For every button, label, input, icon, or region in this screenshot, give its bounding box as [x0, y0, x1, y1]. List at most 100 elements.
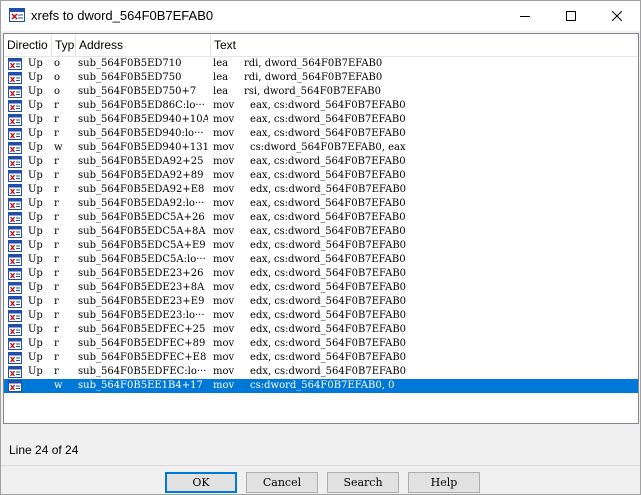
row-direction: Up: [28, 86, 43, 97]
row-address: sub_564F0B5ED940+131: [78, 142, 208, 153]
row-address: sub_564F0B5EDC5A+E9: [78, 240, 206, 251]
table-row[interactable]: Up r sub_564F0B5EDFEC+89 mov edx, cs:dword_…: [4, 337, 638, 351]
row-address: sub_564F0B5EDE23+E9: [78, 296, 205, 307]
row-direction: Up: [28, 198, 43, 209]
row-type: r: [54, 170, 59, 181]
maximize-button[interactable]: [548, 1, 594, 31]
row-direction: Up: [28, 352, 43, 363]
row-text: mov edx, cs:dword_564F0B7EFAB0: [213, 310, 407, 321]
table-row[interactable]: Up r sub_564F0B5EDC5A+8A mov eax, cs:dword_…: [4, 225, 638, 239]
table-row[interactable]: Up o sub_564F0B5ED750 lea rdi, dword_564F0B…: [4, 71, 638, 85]
table-row[interactable]: Up w sub_564F0B5ED940+131 mov cs:dword_564F…: [4, 141, 638, 155]
xref-row-icon: [8, 240, 22, 252]
row-direction: Up: [28, 170, 43, 181]
row-direction: Up: [28, 212, 43, 223]
row-address: sub_564F0B5EDC5A+8A: [78, 226, 206, 237]
xref-row-icon: [8, 338, 22, 350]
row-type: r: [54, 156, 59, 167]
xref-row-icon: [8, 296, 22, 308]
row-address: sub_564F0B5ED750: [78, 72, 182, 83]
row-direction: Up: [28, 128, 43, 139]
row-type: w: [54, 142, 63, 153]
row-type: r: [54, 282, 59, 293]
table-row[interactable]: Up r sub_564F0B5EDA92+25 mov eax, cs:dword_…: [4, 155, 638, 169]
row-direction: Up: [28, 114, 43, 125]
row-address: sub_564F0B5EDC5A:lo···: [78, 254, 206, 265]
cancel-button[interactable]: Cancel: [246, 472, 318, 493]
table-row[interactable]: Up r sub_564F0B5EDFEC:lo··· mov edx, cs:dwo…: [4, 365, 638, 379]
row-text: mov eax, cs:dword_564F0B7EFAB0: [213, 212, 406, 223]
table-row[interactable]: Up r sub_564F0B5EDE23:lo··· mov edx, cs:dwo…: [4, 309, 638, 323]
table-row[interactable]: Up r sub_564F0B5EDA92+89 mov eax, cs:dword_…: [4, 169, 638, 183]
table-row[interactable]: Up r sub_564F0B5EDE23+E9 mov edx, cs:dword_…: [4, 295, 638, 309]
xref-row-icon: [8, 226, 22, 238]
table-row[interactable]: Up o sub_564F0B5ED750+7 lea rsi, dword_564F…: [4, 85, 638, 99]
ok-button[interactable]: OK: [165, 472, 237, 493]
row-type: r: [54, 268, 59, 279]
table-row[interactable]: Up r sub_564F0B5EDA92:lo··· mov eax, cs:dwo…: [4, 197, 638, 211]
xref-row-icon: [8, 268, 22, 280]
status-line: Line 24 of 24: [9, 443, 79, 457]
row-address: sub_564F0B5EDE23+26: [78, 268, 204, 279]
xref-row-icon: [8, 212, 22, 224]
title-bar[interactable]: xrefs to dword_564F0B7EFAB0: [1, 1, 640, 31]
table-row[interactable]: Up r sub_564F0B5EDC5A+26 mov eax, cs:dword_…: [4, 211, 638, 225]
xref-row-icon: [8, 380, 22, 392]
row-direction: Up: [28, 240, 43, 251]
row-type: r: [54, 338, 59, 349]
row-type: r: [54, 324, 59, 335]
column-header-address[interactable]: Address: [76, 34, 211, 56]
table-row[interactable]: Up r sub_564F0B5ED86C:lo··· mov eax, cs:dwo…: [4, 99, 638, 113]
table-row[interactable]: Up r sub_564F0B5EDE23+26 mov edx, cs:dword_…: [4, 267, 638, 281]
row-direction: Up: [28, 338, 43, 349]
table-row[interactable]: Up o sub_564F0B5ED710 lea rdi, dword_564F0B…: [4, 57, 638, 71]
row-direction: Up: [28, 100, 43, 111]
row-direction: Up: [28, 156, 43, 167]
row-direction: [28, 379, 50, 393]
row-address: sub_564F0B5EDA92+E8: [78, 184, 205, 195]
row-direction: Up: [28, 142, 43, 153]
row-text: mov edx, cs:dword_564F0B7EFAB0: [213, 296, 407, 307]
column-header-text[interactable]: Text: [211, 34, 638, 56]
table-row[interactable]: Up r sub_564F0B5ED940:lo··· mov eax, cs:dwo…: [4, 127, 638, 141]
row-type: r: [54, 128, 59, 139]
table-row[interactable]: Up r sub_564F0B5EDA92+E8 mov edx, cs:dword_…: [4, 183, 638, 197]
close-icon: [612, 11, 622, 21]
row-text: mov eax, cs:dword_564F0B7EFAB0: [213, 128, 406, 139]
table-row[interactable]: Up r sub_564F0B5EDFEC+25 mov edx, cs:dword_…: [4, 323, 638, 337]
row-type: o: [54, 58, 61, 69]
row-text: mov eax, cs:dword_564F0B7EFAB0: [213, 226, 406, 237]
xref-row-icon: [8, 352, 22, 364]
xref-row-icon: [8, 366, 22, 378]
help-button[interactable]: Help: [408, 472, 480, 493]
table-row[interactable]: w sub_564F0B5EE1B4+17 mov cs:dword_564F0B7…: [4, 379, 638, 393]
table-row[interactable]: Up r sub_564F0B5EDC5A+E9 mov edx, cs:dword_…: [4, 239, 638, 253]
table-row[interactable]: Up r sub_564F0B5EDC5A:lo··· mov eax, cs:dwo…: [4, 253, 638, 267]
row-text: lea rsi, dword_564F0B7EFAB0: [213, 86, 382, 97]
search-button[interactable]: Search: [327, 472, 399, 493]
column-header-type[interactable]: Typ: [52, 34, 76, 56]
xref-list[interactable]: Directio Typ Address Text Up o sub_564F0B5…: [3, 33, 639, 424]
xref-row-icon: [8, 324, 22, 336]
xref-row-icon: [8, 72, 22, 84]
row-text: mov edx, cs:dword_564F0B7EFAB0: [213, 338, 407, 349]
row-direction: Up: [28, 310, 43, 321]
row-address: sub_564F0B5EDA92:lo···: [78, 198, 205, 209]
row-text: mov eax, cs:dword_564F0B7EFAB0: [213, 198, 406, 209]
close-button[interactable]: [594, 1, 640, 31]
minimize-button[interactable]: [502, 1, 548, 31]
row-address: sub_564F0B5EDA92+89: [78, 170, 204, 181]
xrefs-dialog: xrefs to dword_564F0B7EFAB0 Directio Typ…: [0, 0, 641, 495]
table-row[interactable]: Up r sub_564F0B5EDFEC+E8 mov edx, cs:dword_…: [4, 351, 638, 365]
column-header-direction[interactable]: Directio: [4, 34, 52, 56]
row-type: r: [54, 184, 59, 195]
table-row[interactable]: Up r sub_564F0B5EDE23+8A mov edx, cs:dword_…: [4, 281, 638, 295]
row-type: r: [54, 310, 59, 321]
xref-row-icon: [8, 58, 22, 70]
row-direction: Up: [28, 296, 43, 307]
table-row[interactable]: Up r sub_564F0B5ED940+10A mov eax, cs:dword…: [4, 113, 638, 127]
row-type: o: [54, 86, 61, 97]
row-address: sub_564F0B5ED750+7: [78, 86, 197, 97]
row-text: mov eax, cs:dword_564F0B7EFAB0: [213, 100, 406, 111]
row-text: mov edx, cs:dword_564F0B7EFAB0: [213, 352, 407, 363]
